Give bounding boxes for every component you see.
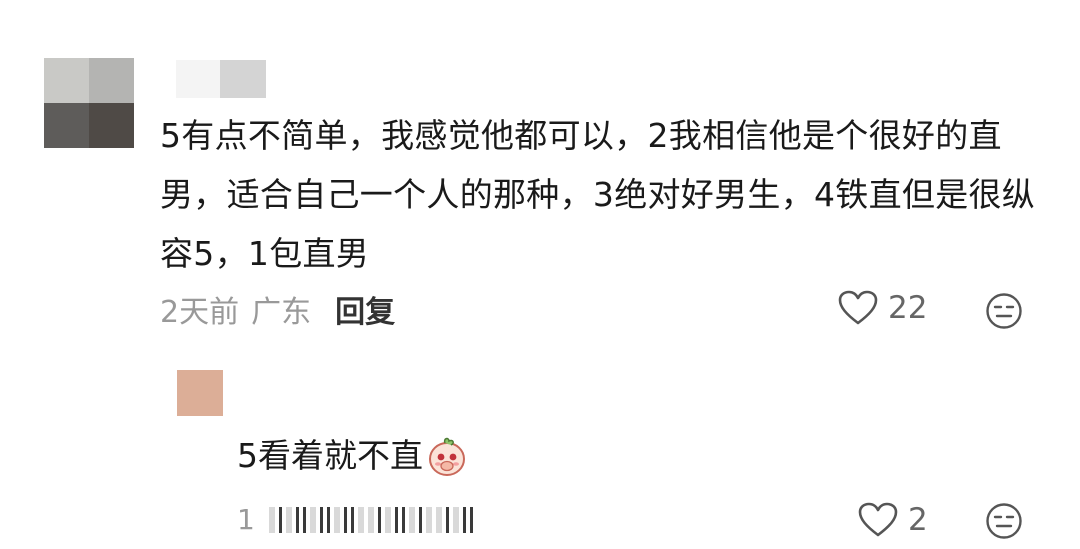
reply-button[interactable]: 回复 xyxy=(335,287,395,331)
neutral-face-icon xyxy=(986,293,1022,329)
comment-location: 广东 xyxy=(251,295,312,330)
comment-dislike-button[interactable] xyxy=(985,292,1023,334)
reply-meta-redacted xyxy=(268,506,477,533)
reply-text: 5看着就不直 xyxy=(237,436,423,475)
comment-time: 2天前 xyxy=(160,295,240,330)
peach-emoji-icon xyxy=(429,437,465,476)
reply-content: 5看着就不直 xyxy=(237,428,467,484)
comment-like-count: 22 xyxy=(888,290,928,326)
comment-like-button[interactable]: 22 xyxy=(838,290,927,326)
neutral-face-icon xyxy=(986,503,1022,539)
reply-meta: 1 xyxy=(237,503,477,536)
comment-meta: 2天前 广东 回复 xyxy=(160,287,395,331)
reply-like-count: 2 xyxy=(908,502,928,538)
heart-outline-icon xyxy=(858,502,898,537)
reply-avatar[interactable] xyxy=(177,370,223,416)
heart-outline-icon xyxy=(838,290,878,325)
commenter-avatar[interactable] xyxy=(44,58,134,148)
comment-text: 5有点不简单，我感觉他都可以，2我相信他是个很好的直男，适合自己一个人的那种，3… xyxy=(160,116,1036,273)
reply-time-partial: 1 xyxy=(237,503,255,536)
reply-like-button[interactable]: 2 xyxy=(858,502,928,538)
reply-dislike-button[interactable] xyxy=(985,502,1023,544)
commenter-name-redacted[interactable] xyxy=(176,60,266,98)
